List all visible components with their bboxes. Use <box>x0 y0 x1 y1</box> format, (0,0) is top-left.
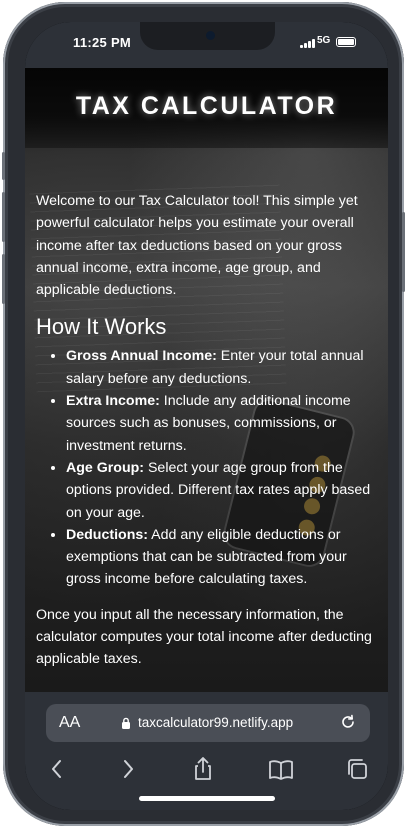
book-icon[interactable] <box>266 754 296 784</box>
page-header: TAX CALCULATOR <box>25 68 388 148</box>
home-indicator[interactable] <box>139 796 275 801</box>
phone-frame: 11:25 PM 5G TAX CALCULATOR Welcome to ou… <box>2 2 405 826</box>
page-content: Welcome to our Tax Calculator tool! This… <box>36 190 374 671</box>
battery-icon <box>336 37 356 47</box>
lock-icon <box>122 717 130 729</box>
camera-icon <box>206 31 215 40</box>
chevron-left-icon[interactable] <box>42 754 72 784</box>
step-term: Extra Income: <box>66 393 160 410</box>
url-text: taxcalculator99.netlify.app <box>138 715 294 730</box>
status-bar: 11:25 PM 5G <box>25 22 388 68</box>
power-button <box>402 212 405 292</box>
list-item: Extra Income: Include any additional inc… <box>66 390 374 457</box>
share-icon[interactable] <box>188 754 218 784</box>
volume-down-button-2 <box>2 254 5 304</box>
outro-paragraph: Once you input all the necessary informa… <box>36 606 372 668</box>
web-page[interactable]: TAX CALCULATOR Welcome to our Tax Calcul… <box>25 68 388 692</box>
status-time: 11:25 PM <box>73 35 132 50</box>
volume-up-button <box>2 152 5 180</box>
text-size-button[interactable]: AA <box>59 714 80 732</box>
volume-down-button <box>2 192 5 242</box>
browser-toolbar: AA taxcalculator99.netlify.app <box>25 692 388 810</box>
intro-paragraph: Welcome to our Tax Calculator tool! This… <box>36 193 358 299</box>
list-item: Gross Annual Income: Enter your total an… <box>66 345 374 390</box>
page-title: TAX CALCULATOR <box>75 92 338 120</box>
chevron-right-icon[interactable] <box>113 754 143 784</box>
tabs-icon[interactable] <box>343 754 373 784</box>
step-term: Gross Annual Income: <box>66 348 217 365</box>
list-item: Deductions: Add any eligible deductions … <box>66 524 374 591</box>
step-term: Age Group: <box>66 459 145 476</box>
address-bar[interactable]: AA taxcalculator99.netlify.app <box>46 704 370 742</box>
reload-icon[interactable] <box>339 713 357 731</box>
phone-screen: 11:25 PM 5G TAX CALCULATOR Welcome to ou… <box>25 22 388 810</box>
dynamic-island <box>140 22 275 50</box>
step-term: Deductions: <box>66 526 148 543</box>
how-it-works-heading: How It Works <box>36 314 167 340</box>
list-item: Age Group: Select your age group from th… <box>66 457 374 524</box>
nav-row <box>25 754 388 784</box>
steps-list: Gross Annual Income: Enter your total an… <box>36 345 374 590</box>
signal-icon <box>300 39 316 48</box>
network-label: 5G <box>317 35 331 46</box>
